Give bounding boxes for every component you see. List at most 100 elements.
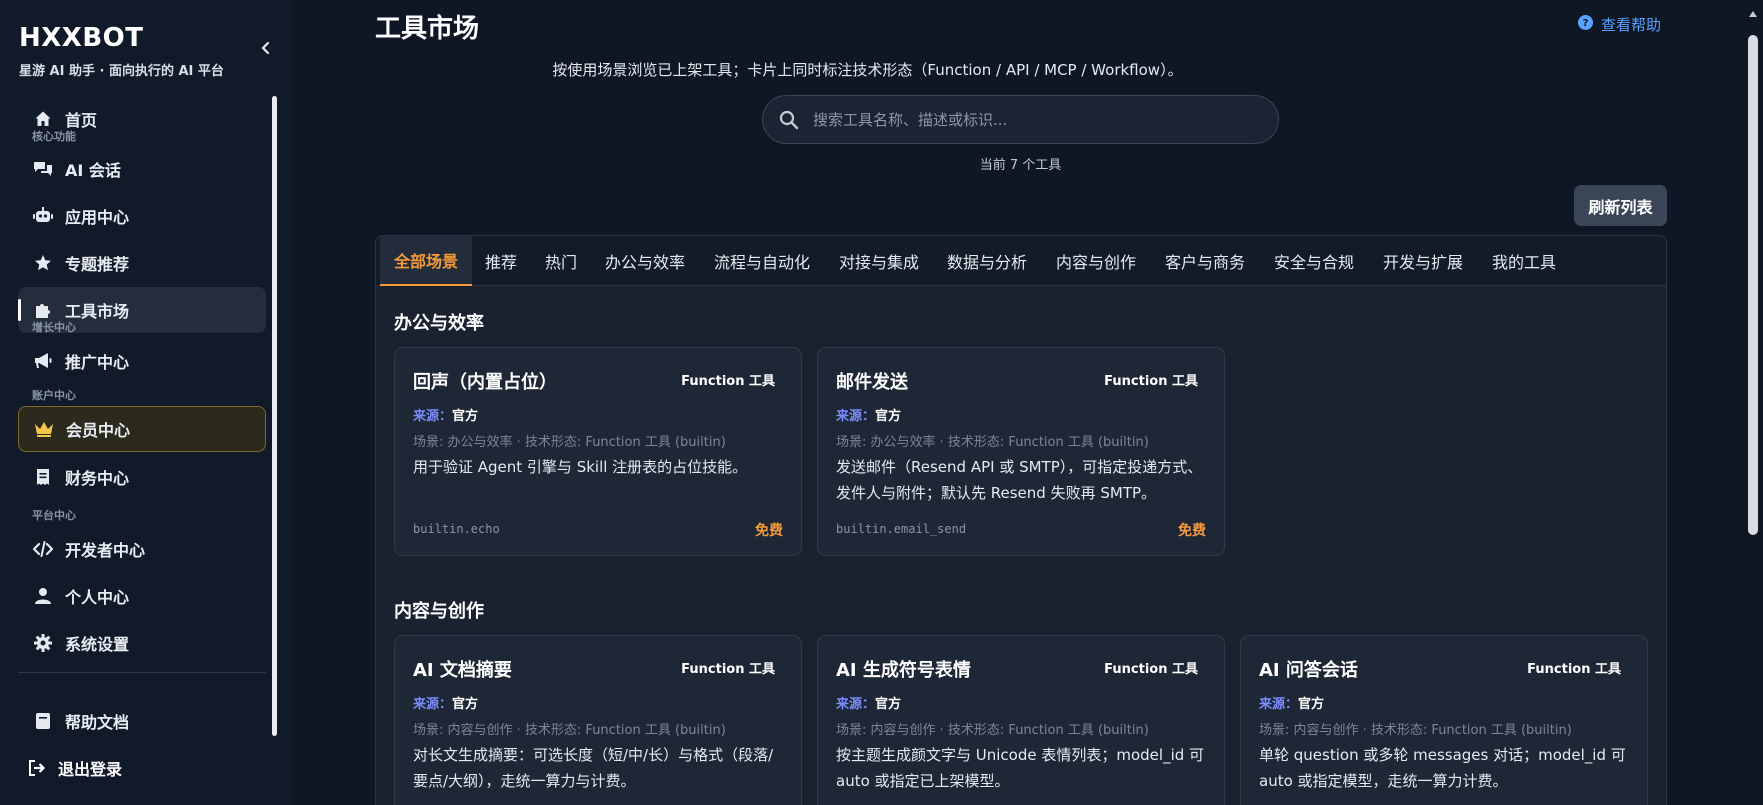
sidebar-item-finance[interactable]: 财务中心 (18, 454, 266, 500)
card-title: AI 文档摘要 (413, 660, 512, 681)
sidebar-item-label: 帮助文档 (65, 713, 130, 732)
tool-card[interactable]: AI 生成符号表情 Function 工具 来源：官方 场景: 内容与创作 · … (817, 635, 1225, 805)
tab-office[interactable]: 办公与效率 (591, 236, 699, 286)
sidebar-item-vip[interactable]: 会员中心 (18, 406, 266, 452)
search-box[interactable] (762, 95, 1279, 144)
card-type-badge: Function 工具 (681, 374, 775, 389)
card-title: AI 生成符号表情 (836, 660, 971, 681)
brand-title: HXXBOT (19, 23, 144, 53)
chevron-left-icon (261, 41, 270, 55)
card-meta: 场景: 办公与效率 · 技术形态: Function 工具 (builtin) (836, 435, 1149, 450)
sidebar-item-topics[interactable]: 专题推荐 (18, 240, 266, 286)
svg-text:?: ? (1583, 18, 1589, 29)
robot-icon (33, 206, 53, 226)
card-identifier: builtin.email_send (836, 522, 967, 536)
tab-data[interactable]: 数据与分析 (933, 236, 1041, 286)
help-link-label: 查看帮助 (1601, 16, 1662, 34)
search-icon (779, 109, 801, 131)
card-type-badge: Function 工具 (681, 662, 775, 677)
gear-icon (33, 633, 53, 653)
card-source: 来源：官方 (836, 405, 901, 424)
card-description: 发送邮件（Resend API 或 SMTP），可指定投递方式、发件人与附件；默… (836, 458, 1203, 502)
card-source: 来源：官方 (413, 405, 478, 424)
section-title-office: 办公与效率 (394, 313, 484, 334)
tool-card[interactable]: 邮件发送 Function 工具 来源：官方 场景: 办公与效率 · 技术形态:… (817, 347, 1225, 556)
card-meta: 场景: 内容与创作 · 技术形态: Function 工具 (builtin) (836, 723, 1149, 738)
brand: HXXBOT 星游 AI 助手 · 面向执行的 AI 平台 (19, 22, 224, 79)
sidebar-item-label: 开发者中心 (65, 541, 146, 560)
tab-business[interactable]: 客户与商务 (1151, 236, 1259, 286)
sidebar-item-help-docs[interactable]: 帮助文档 (18, 698, 266, 740)
refresh-button[interactable]: 刷新列表 (1574, 185, 1667, 226)
tab-content[interactable]: 内容与创作 (1042, 236, 1150, 286)
home-icon (33, 109, 53, 129)
brand-subtitle: 星游 AI 助手 · 面向执行的 AI 平台 (19, 64, 224, 79)
nav-divider (18, 672, 266, 673)
sign-out-icon (28, 760, 48, 776)
sidebar-item-promo[interactable]: 推广中心 (18, 338, 266, 384)
sidebar-item-chat[interactable]: AI 会话 (18, 146, 266, 192)
logout-label: 退出登录 (58, 760, 123, 779)
collapse-sidebar-button[interactable] (254, 36, 278, 60)
sidebar-item-label: 财务中心 (65, 469, 130, 488)
sidebar-item-profile[interactable]: 个人中心 (18, 573, 266, 619)
scene-tabs: 全部场景 推荐 热门 办公与效率 流程与自动化 对接与集成 数据与分析 内容与创… (376, 236, 1666, 286)
sidebar-item-apps[interactable]: 应用中心 (18, 193, 266, 239)
tab-recommended[interactable]: 推荐 (471, 236, 531, 286)
tab-security[interactable]: 安全与合规 (1260, 236, 1368, 286)
tab-workflow[interactable]: 流程与自动化 (700, 236, 824, 286)
scroll-up-arrow[interactable] (1748, 4, 1758, 24)
sidebar-item-label: 会员中心 (66, 421, 131, 440)
card-source-value: 官方 (452, 697, 479, 712)
card-source: 来源：官方 (1259, 693, 1324, 712)
sidebar-item-developer[interactable]: 开发者中心 (18, 526, 266, 572)
search-input[interactable] (813, 110, 1253, 129)
card-source-value: 官方 (452, 409, 479, 424)
logout-button[interactable]: 退出登录 (28, 756, 122, 780)
card-price: 免费 (755, 523, 783, 539)
tool-card[interactable]: AI 文档摘要 Function 工具 来源：官方 场景: 内容与创作 · 技术… (394, 635, 802, 805)
tab-hot[interactable]: 热门 (531, 236, 591, 286)
card-source-value: 官方 (1298, 697, 1325, 712)
card-title: 回声（内置占位） (413, 372, 557, 393)
sidebar-item-label: 应用中心 (65, 208, 130, 227)
section-title-content: 内容与创作 (394, 601, 484, 622)
card-type-badge: Function 工具 (1104, 662, 1198, 677)
chat-bubbles-icon (33, 159, 53, 179)
puzzle-icon (33, 300, 53, 320)
card-source-label: 来源： (836, 409, 876, 424)
card-description: 对长文生成摘要：可选长度（短/中/长）与格式（段落/要点/大纲），走统一算力与计… (413, 746, 774, 790)
tool-count: 当前 7 个工具 (979, 158, 1062, 173)
sidebar-scrollbar[interactable] (272, 96, 277, 736)
nav-section-core: 核心功能 (32, 130, 76, 143)
page-subtitle: 按使用场景浏览已上架工具；卡片上同时标注技术形态（Function / API … (552, 61, 1183, 79)
sidebar-item-label: 个人中心 (65, 588, 130, 607)
tab-integration[interactable]: 对接与集成 (825, 236, 933, 286)
tab-all[interactable]: 全部场景 (380, 236, 473, 286)
tool-panel: 全部场景 推荐 热门 办公与效率 流程与自动化 对接与集成 数据与分析 内容与创… (375, 235, 1667, 805)
tool-card[interactable]: AI 问答会话 Function 工具 来源：官方 场景: 内容与创作 · 技术… (1240, 635, 1648, 805)
sidebar-item-label: AI 会话 (65, 161, 121, 180)
help-link[interactable]: ? 查看帮助 (1578, 14, 1661, 35)
star-icon (33, 253, 53, 273)
tab-dev[interactable]: 开发与扩展 (1369, 236, 1477, 286)
card-title: 邮件发送 (836, 372, 908, 393)
tab-mine[interactable]: 我的工具 (1478, 236, 1570, 286)
sidebar-item-label: 推广中心 (65, 353, 130, 372)
crown-icon (34, 419, 54, 439)
tool-card[interactable]: 回声（内置占位） Function 工具 来源：官方 场景: 办公与效率 · 技… (394, 347, 802, 556)
page-title: 工具市场 (375, 14, 480, 44)
card-type-badge: Function 工具 (1104, 374, 1198, 389)
card-meta: 场景: 办公与效率 · 技术形态: Function 工具 (builtin) (413, 435, 726, 450)
sidebar-nav[interactable]: 首页 核心功能 AI 会话 应用中心 专题推荐 工具市场 增长中心 推广中心 账… (0, 96, 292, 740)
megaphone-icon (33, 351, 53, 371)
card-meta: 场景: 内容与创作 · 技术形态: Function 工具 (builtin) (413, 723, 726, 738)
card-title: AI 问答会话 (1259, 660, 1358, 681)
nav-section-growth: 增长中心 (32, 321, 76, 334)
card-source-label: 来源： (1259, 697, 1299, 712)
active-indicator (18, 299, 21, 321)
card-source-value: 官方 (875, 409, 902, 424)
sidebar-item-settings[interactable]: 系统设置 (18, 620, 266, 666)
card-source-value: 官方 (875, 697, 902, 712)
page-scrollbar[interactable] (1748, 35, 1758, 535)
